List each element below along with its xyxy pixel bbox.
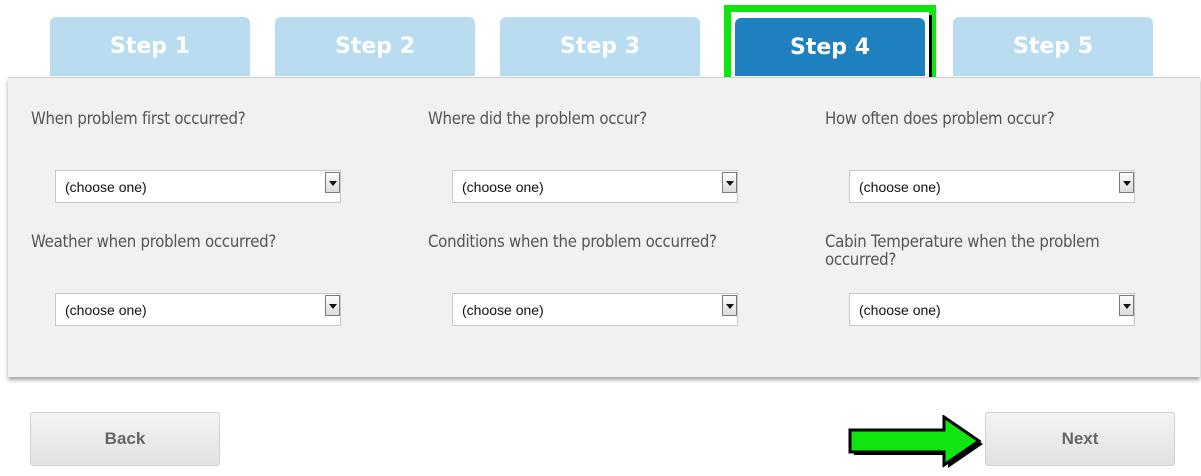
select-value: (choose one) [859, 302, 941, 318]
field-conditions: Conditions when the problem occurred? (c… [428, 232, 768, 326]
back-button[interactable]: Back [30, 412, 220, 466]
select-value: (choose one) [462, 302, 544, 318]
chevron-down-icon[interactable] [1119, 172, 1134, 193]
field-label: How often does problem occur? [825, 109, 1055, 129]
tab-step-3[interactable]: Step 3 [500, 17, 700, 76]
select-value: (choose one) [65, 302, 147, 318]
field-label: When problem first occurred? [31, 109, 246, 129]
select-value: (choose one) [65, 179, 147, 195]
tab-step-2[interactable]: Step 2 [275, 17, 475, 76]
field-frequency: How often does problem occur? (choose on… [825, 109, 1165, 203]
field-label: Where did the problem occur? [428, 109, 647, 129]
tab-step-1[interactable]: Step 1 [50, 17, 250, 76]
field-weather: Weather when problem occurred? (choose o… [31, 232, 371, 326]
select-value: (choose one) [859, 179, 941, 195]
field-first-occurred: When problem first occurred? (choose one… [31, 109, 371, 203]
chevron-down-icon[interactable] [722, 172, 737, 193]
field-label: Cabin Temperature when the problem occur… [825, 232, 1100, 270]
form-panel: When problem first occurred? (choose one… [8, 77, 1200, 377]
chevron-down-icon[interactable] [325, 172, 340, 193]
chevron-down-icon[interactable] [1119, 295, 1134, 316]
conditions-select[interactable]: (choose one) [452, 293, 738, 326]
next-button[interactable]: Next [985, 412, 1175, 466]
weather-select[interactable]: (choose one) [55, 293, 341, 326]
field-label: Weather when problem occurred? [31, 232, 277, 252]
arrow-right-icon [848, 415, 983, 468]
location-select[interactable]: (choose one) [452, 170, 738, 203]
field-location: Where did the problem occur? (choose one… [428, 109, 768, 203]
field-label: Conditions when the problem occurred? [428, 232, 717, 252]
cabin-temperature-select[interactable]: (choose one) [849, 293, 1135, 326]
tab-step-5[interactable]: Step 5 [953, 17, 1153, 76]
step-tabs: Step 1 Step 2 Step 3 Step 4 Step 5 [0, 0, 1201, 88]
frequency-select[interactable]: (choose one) [849, 170, 1135, 203]
field-cabin-temperature: Cabin Temperature when the problem occur… [825, 232, 1165, 326]
first-occurred-select[interactable]: (choose one) [55, 170, 341, 203]
tab-step-4[interactable]: Step 4 [735, 18, 925, 76]
chevron-down-icon[interactable] [325, 295, 340, 316]
chevron-down-icon[interactable] [722, 295, 737, 316]
select-value: (choose one) [462, 179, 544, 195]
